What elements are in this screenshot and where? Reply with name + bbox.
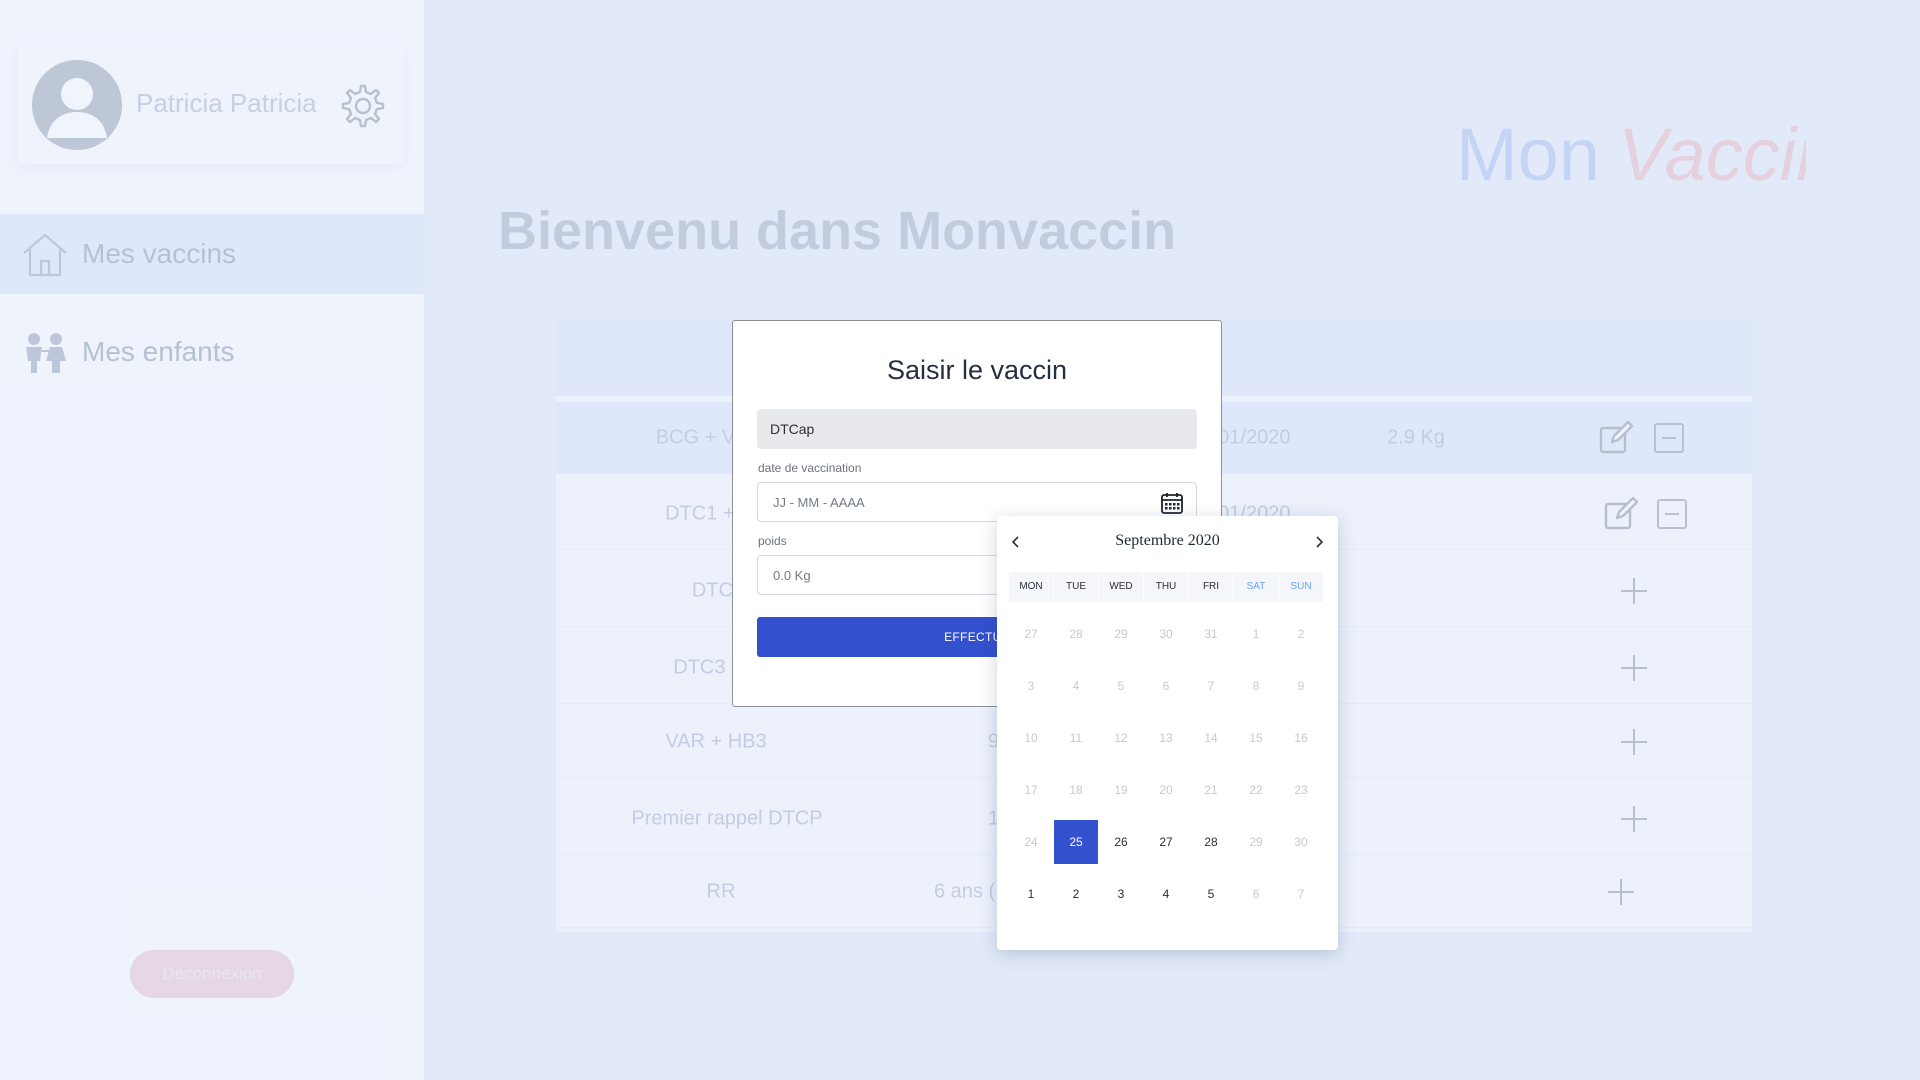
calendar-day: 9 (1297, 679, 1305, 693)
weight-placeholder: 0.0 Kg (773, 567, 811, 583)
calendar-day: 29 (1249, 835, 1263, 849)
chevron-right-icon[interactable] (1311, 534, 1327, 550)
calendar-day: 5 (1117, 679, 1125, 693)
calendar-day: 29 (1114, 627, 1128, 641)
calendar-day: 14 (1204, 731, 1218, 745)
calendar-day: 23 (1294, 783, 1308, 797)
calendar-day: 6 (1252, 887, 1260, 901)
calendar-day: 2 (1297, 627, 1305, 641)
calendar-day[interactable]: 27 (1144, 820, 1188, 864)
calendar-day: 19 (1114, 783, 1128, 797)
calendar-day: 7 (1297, 887, 1305, 901)
weekday-header: FRI (1189, 572, 1233, 602)
modal-title: Saisir le vaccin (886, 355, 1068, 385)
calendar-day: 4 (1072, 679, 1080, 693)
calendar-day: 15 (1249, 731, 1263, 745)
calendar-day[interactable]: 5 (1189, 872, 1233, 916)
date-picker: Septembre 2020 MON TUE WED THU FRI SAT SUN 27 28… (997, 516, 1338, 950)
weekday-header: SAT (1234, 572, 1278, 602)
calendar-day: 13 (1159, 731, 1173, 745)
calendar-day: 18 (1069, 783, 1083, 797)
calendar-day[interactable]: 1 (1009, 872, 1053, 916)
calendar-day: 3 (1027, 679, 1035, 693)
calendar-day[interactable]: 28 (1189, 820, 1233, 864)
weekday-header: SUN (1279, 572, 1323, 602)
calendar-day: 24 (1024, 835, 1038, 849)
weekday-header: TUE (1054, 572, 1098, 602)
weekday-header: WED (1099, 572, 1143, 602)
calendar-day[interactable]: 3 (1099, 872, 1143, 916)
calendar-day: 6 (1162, 679, 1170, 693)
calendar-day: 20 (1159, 783, 1173, 797)
vaccine-name-field[interactable]: DTCap (757, 409, 1197, 449)
weight-label: poids (758, 534, 787, 548)
app-root: Patricia Patricia Mes vaccins Mes (0, 0, 1920, 1080)
calendar-day: 22 (1249, 783, 1263, 797)
date-label: date de vaccination (758, 461, 862, 475)
calendar-day: 16 (1294, 731, 1308, 745)
calendar-day: 1 (1252, 627, 1260, 641)
calendar-day: 30 (1159, 627, 1173, 641)
calendar-day[interactable]: 26 (1099, 820, 1143, 864)
calendar-day: 11 (1069, 731, 1083, 745)
calendar-day[interactable]: 2 (1054, 872, 1098, 916)
calendar-day: 17 (1024, 783, 1038, 797)
date-placeholder: JJ - MM - AAAA (773, 494, 865, 510)
calendar-day: 27 (1024, 627, 1038, 641)
calendar-day: 30 (1294, 835, 1308, 849)
calendar-day: 8 (1252, 679, 1260, 693)
calendar-day: 10 (1024, 731, 1038, 745)
weekday-header: THU (1144, 572, 1188, 602)
calendar-day[interactable]: 4 (1144, 872, 1188, 916)
calendar-day: 28 (1069, 627, 1083, 641)
month-label: Septembre 2020 (1115, 532, 1220, 549)
calendar-icon[interactable] (1160, 491, 1184, 515)
calendar-day: 7 (1207, 679, 1215, 693)
calendar-day: 31 (1204, 627, 1218, 641)
calendar-day: 12 (1114, 731, 1128, 745)
calendar-day: 21 (1204, 783, 1218, 797)
selected-day[interactable]: 25 (1054, 820, 1098, 864)
weekday-header: MON (1009, 572, 1053, 602)
